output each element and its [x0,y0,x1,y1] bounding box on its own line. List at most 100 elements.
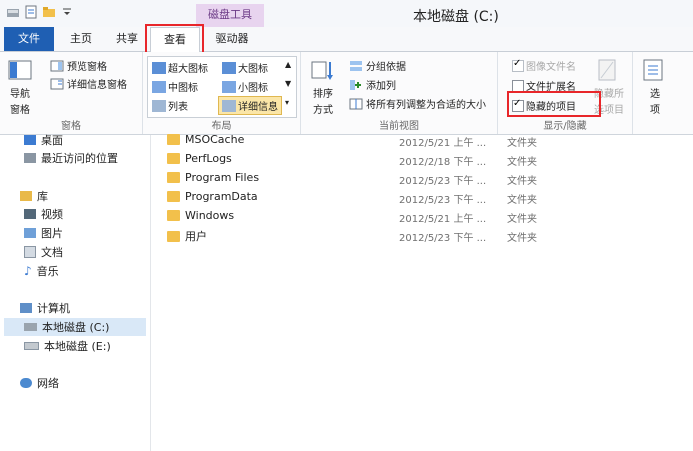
navigation-pane-button[interactable]: 导航 窗格 [6,58,34,116]
layout-scroll-down[interactable]: ▼ [285,79,291,88]
nav-music[interactable]: ♪ 音乐 [24,262,59,280]
layout-large-icons-label: 大图标 [238,64,268,75]
layout-more[interactable]: ▾ [285,98,289,107]
tab-share[interactable]: 共享 [106,27,148,51]
videos-icon [24,209,36,219]
file-name: 用户 [185,230,207,243]
options-icon [643,59,663,81]
layout-list[interactable]: 列表 [152,98,188,113]
nav-network-label: 网络 [37,377,59,390]
nav-drive-e[interactable]: 本地磁盘 (E:) [24,337,111,355]
file-row[interactable]: ProgramData 2012/5/23 下午 ... 文件夹 [151,188,671,207]
file-name-cell: PerfLogs [167,152,232,165]
layout-large-icons[interactable]: 大图标 [222,60,268,75]
nav-network[interactable]: 网络 [20,374,59,392]
options-label: 选 [650,89,660,100]
layout-scroll-up[interactable]: ▲ [285,60,291,69]
sort-by-label-2: 方式 [313,105,333,116]
layout-medium-icons[interactable]: 中图标 [152,79,198,94]
file-date: 2012/5/23 下午 ... [399,195,487,206]
tab-drive[interactable]: 驱动器 [204,27,260,51]
new-folder-icon[interactable] [42,5,56,19]
preview-pane-button[interactable]: 预览窗格 [50,58,107,73]
file-date: 2012/5/23 下午 ... [399,176,487,187]
navigation-pane-label: 导航 [10,89,30,100]
file-date: 2012/5/21 上午 ... [399,138,487,149]
nav-computer-label: 计算机 [37,302,70,315]
file-type: 文件夹 [507,214,537,225]
drive-e-icon [24,342,39,350]
panes-group: 导航 窗格 预览窗格 详细信息窗格 窗格 [0,52,143,134]
hidden-items-highlight [507,91,601,117]
file-type: 文件夹 [507,157,537,168]
file-row[interactable]: Windows 2012/5/21 上午 ... 文件夹 [151,207,671,226]
small-icons-icon [222,80,236,93]
file-row[interactable]: MSOCache 2012/5/21 上午 ... 文件夹 [151,131,671,150]
tab-file[interactable]: 文件 [4,27,54,51]
file-type: 文件夹 [507,195,537,206]
layout-gallery: 超大图标 大图标 中图标 小图标 列表 详细信息 ▲ ▼ ▾ [147,56,297,118]
add-column-button[interactable]: 添加列 [349,77,396,92]
nav-videos-label: 视频 [41,208,63,221]
folder-icon [167,134,180,145]
layout-small-icons-label: 小图标 [238,83,268,94]
file-list: MSOCache 2012/5/21 上午 ... 文件夹 PerfLogs 2… [151,133,693,451]
current-view-group-label: 当前视图 [379,121,419,132]
file-extensions-checkbox[interactable] [512,79,524,92]
item-checkboxes-checkbox[interactable] [512,58,524,72]
layout-extra-large-icons[interactable]: 超大图标 [152,60,208,75]
tab-home[interactable]: 主页 [60,27,102,51]
folder-icon [167,210,180,221]
fit-columns-label: 将所有列调整为合适的大小 [366,100,486,111]
nav-pictures[interactable]: 图片 [24,224,63,242]
list-icon [152,99,166,112]
file-name: PerfLogs [185,152,232,165]
nav-documents-label: 文档 [41,246,63,259]
nav-pictures-label: 图片 [41,227,63,240]
file-name: Program Files [185,171,260,184]
properties-icon[interactable] [24,5,38,19]
nav-drive-c[interactable]: 本地磁盘 (C:) [4,318,146,336]
file-row[interactable]: Program Files 2012/5/23 下午 ... 文件夹 [151,169,671,188]
layout-group-label: 布局 [211,121,232,132]
file-name: ProgramData [185,190,258,203]
fit-columns-button[interactable]: 将所有列调整为合适的大小 [349,96,486,111]
options-button[interactable]: 选 项 [641,58,669,116]
customize-dropdown-icon[interactable] [60,5,74,19]
nav-recent-places[interactable]: 最近访问的位置 [24,149,118,167]
nav-libraries[interactable]: 库 [20,187,48,205]
extra-large-icons-icon [152,61,166,74]
file-date: 2012/5/21 上午 ... [399,214,487,225]
options-label-2: 项 [650,105,660,116]
details-pane-label: 详细信息窗格 [67,80,127,91]
nav-videos[interactable]: 视频 [24,205,63,223]
details-pane-icon [50,78,64,89]
sort-by-button[interactable]: 排序 方式 [309,58,337,116]
panes-group-label: 窗格 [61,121,81,132]
file-row[interactable]: 用户 2012/5/23 下午 ... 文件夹 [151,226,671,245]
sort-by-label: 排序 [313,89,333,100]
context-tab-group-label: 磁盘工具 [196,4,264,27]
file-row[interactable]: PerfLogs 2012/2/18 下午 ... 文件夹 [151,150,671,169]
app-drive-icon[interactable] [6,5,20,19]
group-by-label: 分组依据 [366,62,406,73]
nav-desktop[interactable]: 桌面 [24,131,63,149]
details-pane-button[interactable]: 详细信息窗格 [50,76,127,91]
ribbon-tab-bar: 文件 主页 共享 查看 驱动器 [0,27,693,53]
navigation-pane-icon [8,60,32,80]
item-checkboxes-option[interactable]: 图像文件名 [512,58,576,73]
layout-small-icons[interactable]: 小图标 [222,79,268,94]
navigation-pane: 桌面 最近访问的位置 库 视频 图片 文档 ♪ 音乐 计算机 本地磁盘 (C:)… [0,134,151,451]
group-by-button[interactable]: 分组依据 [349,58,406,73]
fit-columns-icon [349,98,363,109]
layout-details[interactable]: 详细信息 [218,96,282,115]
nav-computer[interactable]: 计算机 [20,299,70,317]
window-title: 本地磁盘 (C:) [413,9,499,25]
layout-medium-icons-label: 中图标 [168,83,198,94]
add-column-icon [350,79,361,90]
file-name-cell: MSOCache [167,133,244,146]
nav-libraries-label: 库 [37,190,48,203]
nav-documents[interactable]: 文档 [24,243,63,261]
title-bar: 磁盘工具 本地磁盘 (C:) [0,0,693,28]
show-hide-group-label: 显示/隐藏 [543,121,587,132]
